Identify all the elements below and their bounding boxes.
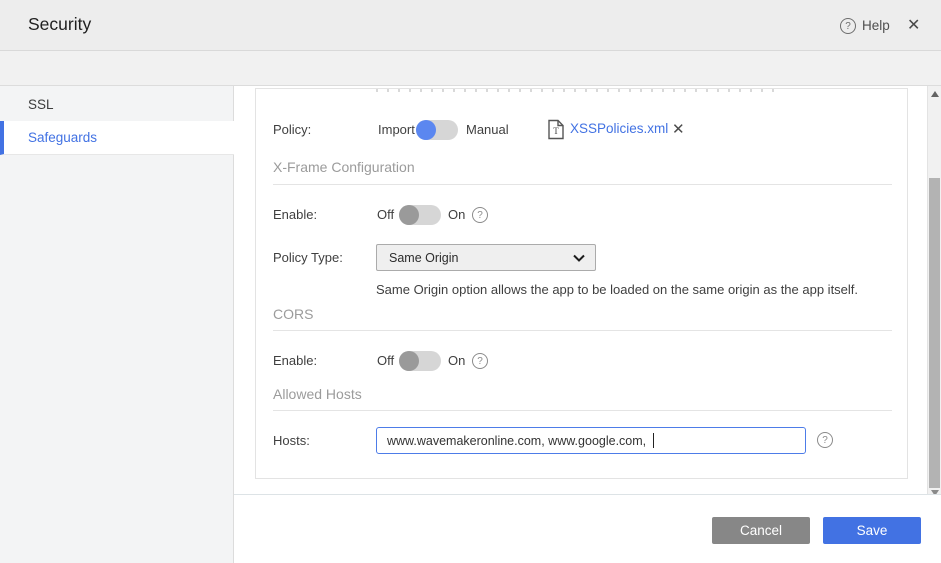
scrollbar-thumb[interactable]	[929, 178, 940, 488]
chevron-down-icon	[573, 254, 585, 262]
policy-type-description: Same Origin option allows the app to be …	[376, 282, 859, 297]
policy-type-label: Policy Type:	[273, 250, 343, 265]
toggle-knob	[416, 120, 436, 140]
section-title-cors: CORS	[273, 306, 314, 322]
policy-type-selected-value: Same Origin	[389, 250, 459, 265]
page-title: Security	[28, 14, 92, 34]
vertical-scrollbar[interactable]	[927, 86, 941, 502]
xframe-enable-toggle[interactable]	[399, 205, 441, 225]
safeguards-form-panel: Policy: Import Manual T XSSPolicies.xml …	[255, 88, 908, 479]
policy-label: Policy:	[273, 122, 312, 137]
hosts-input-value: www.wavemakeronline.com, www.google.com,	[387, 433, 650, 448]
divider	[273, 410, 892, 411]
divider	[273, 184, 892, 185]
hosts-label: Hosts:	[273, 433, 310, 448]
cors-on-label: On	[448, 353, 466, 368]
policy-import-manual-toggle[interactable]	[416, 120, 458, 140]
remove-file-icon[interactable]: ✕	[672, 120, 685, 138]
sidebar-item-ssl[interactable]: SSL	[0, 88, 234, 122]
xframe-enable-help-icon[interactable]: ?	[472, 207, 488, 223]
hosts-input[interactable]: www.wavemakeronline.com, www.google.com,	[376, 427, 806, 454]
help-icon[interactable]: ?	[840, 18, 856, 34]
footer-bar: Cancel Save	[234, 494, 941, 563]
cors-enable-label: Enable:	[273, 353, 318, 368]
xml-file-icon: T	[548, 119, 564, 140]
cancel-button[interactable]: Cancel	[712, 517, 810, 544]
cors-enable-help-icon[interactable]: ?	[472, 353, 488, 369]
close-icon[interactable]: ✕	[907, 15, 920, 35]
section-title-allowed-hosts: Allowed Hosts	[273, 386, 362, 402]
toggle-knob	[399, 205, 419, 225]
clipped-scrolled-row	[376, 89, 776, 92]
sidebar-item-safeguards[interactable]: Safeguards	[0, 121, 234, 155]
section-title-xframe: X-Frame Configuration	[273, 159, 415, 175]
toggle-knob	[399, 351, 419, 371]
hosts-help-icon[interactable]: ?	[817, 432, 833, 448]
xss-policies-file-link[interactable]: XSSPolicies.xml	[570, 121, 668, 136]
policy-manual-label: Manual	[466, 122, 509, 137]
policy-import-label: Import	[378, 122, 415, 137]
help-link[interactable]: Help	[862, 18, 890, 33]
divider	[273, 330, 892, 331]
xframe-enable-label: Enable:	[273, 207, 318, 222]
svg-text:T: T	[553, 126, 559, 136]
xframe-off-label: Off	[377, 207, 395, 222]
sidebar: SSL Safeguards	[0, 86, 234, 563]
scroll-up-icon[interactable]	[931, 91, 939, 97]
tab-bar: General Authentication & Authorization	[0, 51, 941, 137]
xframe-on-label: On	[448, 207, 466, 222]
cors-enable-toggle[interactable]	[399, 351, 441, 371]
text-caret	[652, 433, 654, 448]
save-button[interactable]: Save	[823, 517, 921, 544]
app-header: Security ? Help ✕	[0, 0, 941, 51]
cors-off-label: Off	[377, 353, 395, 368]
policy-type-select[interactable]: Same Origin	[376, 244, 596, 271]
